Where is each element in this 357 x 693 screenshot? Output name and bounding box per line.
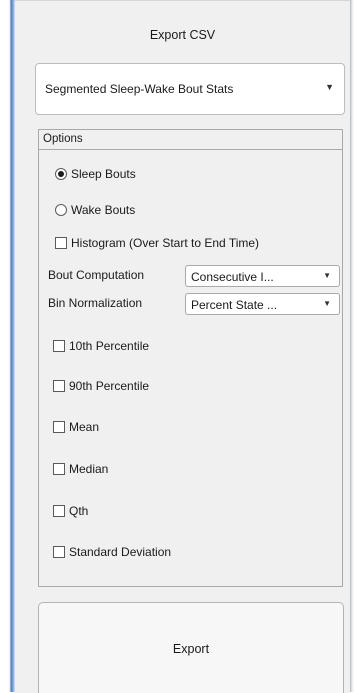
stat-median-checkbox[interactable]: Median bbox=[53, 462, 108, 476]
bin-normalization-value: Percent State ... bbox=[191, 298, 278, 312]
checkbox-box[interactable] bbox=[53, 340, 65, 352]
checkbox-box[interactable] bbox=[55, 237, 67, 249]
options-group-title: Options bbox=[39, 130, 342, 150]
histogram-checkbox[interactable]: Histogram (Over Start to End Time) bbox=[55, 236, 259, 250]
bin-normalization-label: Bin Normalization bbox=[48, 296, 143, 310]
histogram-label: Histogram (Over Start to End Time) bbox=[71, 236, 260, 250]
checkbox-box[interactable] bbox=[53, 505, 65, 517]
wake-bouts-radio[interactable]: Wake Bouts bbox=[55, 203, 135, 217]
stat-label: Qth bbox=[69, 504, 89, 518]
stat-label: Standard Deviation bbox=[69, 545, 172, 559]
sleep-bouts-label: Sleep Bouts bbox=[71, 167, 136, 181]
stat-mean-checkbox[interactable]: Mean bbox=[53, 420, 99, 434]
radio-indicator[interactable] bbox=[55, 168, 67, 180]
window-left-edge bbox=[0, 0, 15, 692]
stat-label: 90th Percentile bbox=[69, 379, 150, 393]
sleep-bouts-radio[interactable]: Sleep Bouts bbox=[55, 167, 136, 181]
chevron-down-icon: ▼ bbox=[323, 271, 331, 280]
options-group: Options Sleep Bouts Wake Bouts Histogram… bbox=[38, 129, 343, 587]
export-button-label: Export bbox=[172, 642, 210, 656]
wake-bouts-label: Wake Bouts bbox=[71, 203, 136, 217]
export-button[interactable]: Export bbox=[38, 602, 344, 693]
chevron-down-icon: ▼ bbox=[325, 82, 334, 92]
stat-90th-percentile-checkbox[interactable]: 90th Percentile bbox=[53, 379, 149, 393]
checkbox-box[interactable] bbox=[53, 546, 65, 558]
checkbox-box[interactable] bbox=[53, 463, 65, 475]
stat-label: Mean bbox=[69, 420, 100, 434]
stat-label: 10th Percentile bbox=[69, 339, 150, 353]
export-type-value: Segmented Sleep-Wake Bout Stats bbox=[45, 82, 234, 96]
bout-computation-dropdown[interactable]: Consecutive I... ▼ bbox=[185, 265, 340, 287]
panel-title: Export CSV bbox=[149, 28, 216, 42]
window-right-edge bbox=[350, 0, 357, 692]
bout-computation-value: Consecutive I... bbox=[191, 270, 274, 284]
checkbox-box[interactable] bbox=[53, 421, 65, 433]
bin-normalization-dropdown[interactable]: Percent State ... ▼ bbox=[185, 293, 340, 315]
stat-standard-deviation-checkbox[interactable]: Standard Deviation bbox=[53, 545, 171, 559]
checkbox-box[interactable] bbox=[53, 380, 65, 392]
bout-computation-label: Bout Computation bbox=[48, 268, 145, 282]
chevron-down-icon: ▼ bbox=[323, 299, 331, 308]
stat-label: Median bbox=[69, 462, 109, 476]
radio-indicator[interactable] bbox=[55, 204, 67, 216]
export-type-dropdown[interactable]: Segmented Sleep-Wake Bout Stats ▼ bbox=[35, 63, 345, 115]
stat-10th-percentile-checkbox[interactable]: 10th Percentile bbox=[53, 339, 149, 353]
stat-qth-checkbox[interactable]: Qth bbox=[53, 504, 88, 518]
export-csv-panel: Export CSV Segmented Sleep-Wake Bout Sta… bbox=[15, 0, 350, 693]
